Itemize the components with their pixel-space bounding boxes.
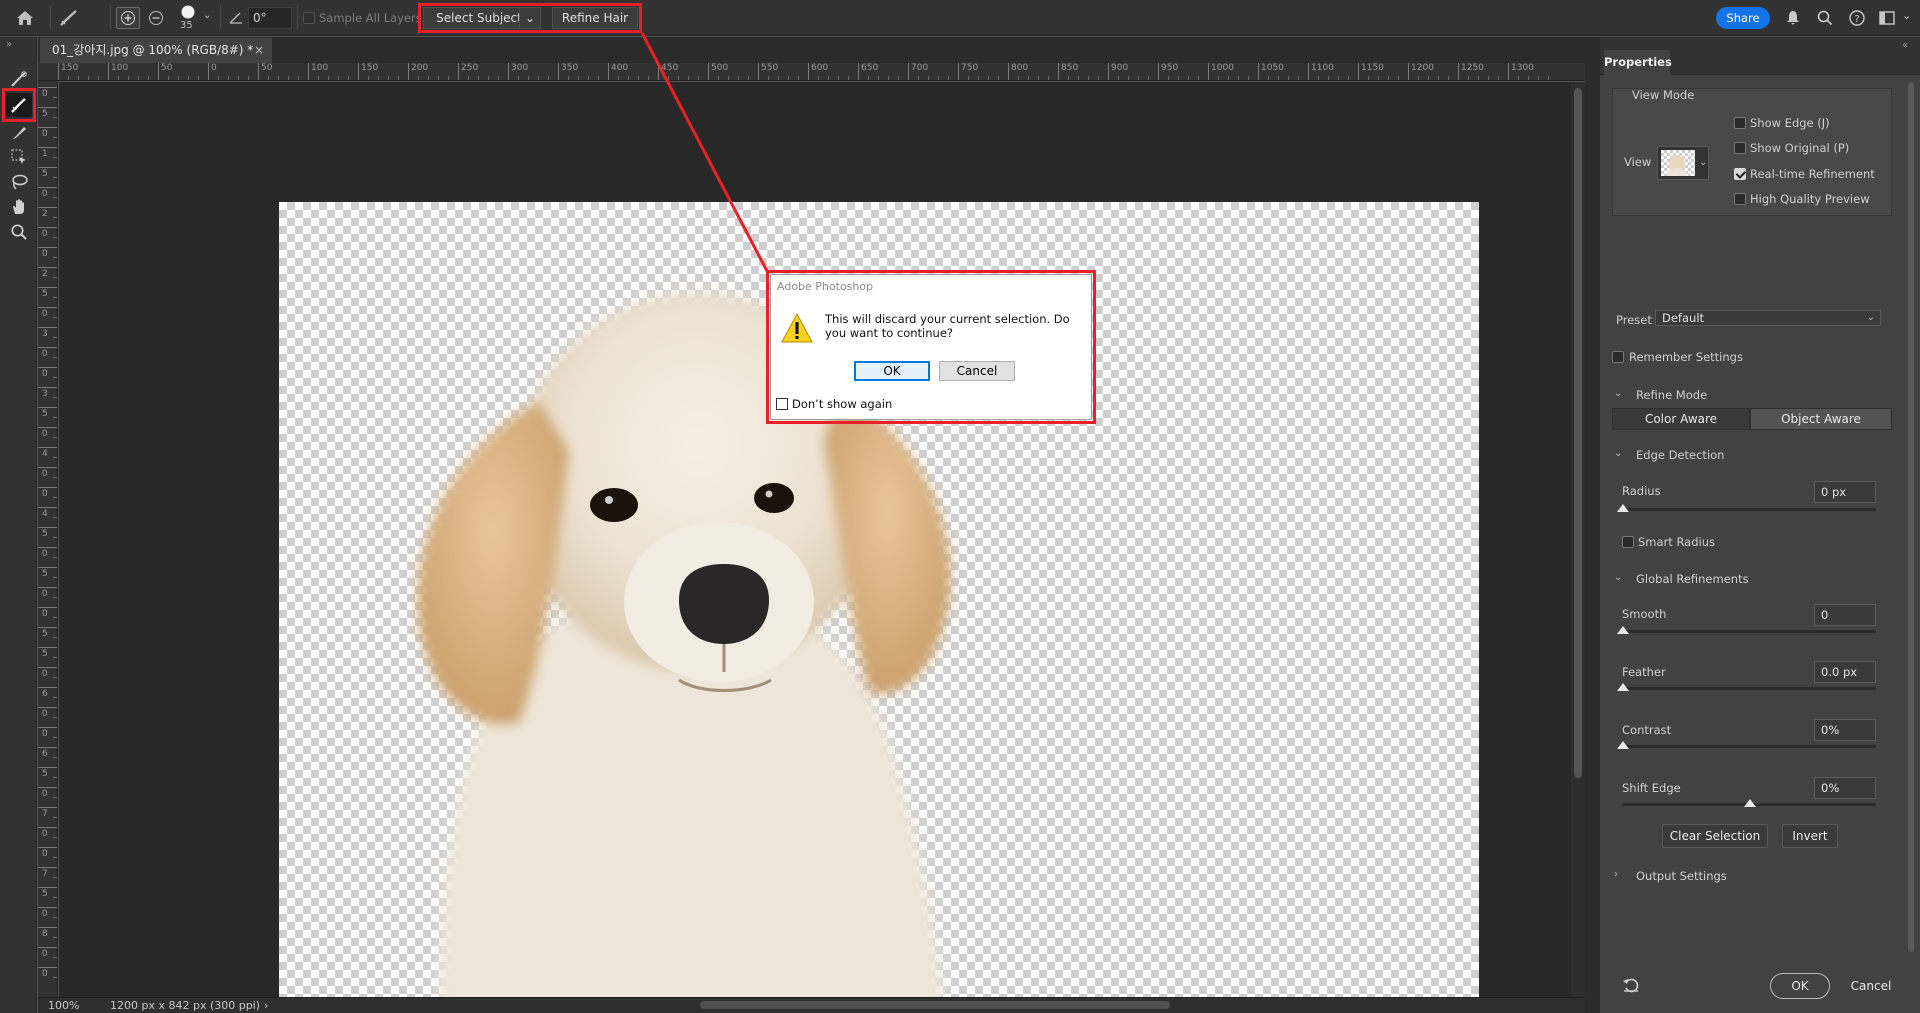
smart-radius-checkbox[interactable] [1622,536,1634,551]
view-thumbnail-dropdown[interactable]: ⌄ [1657,146,1709,180]
properties-scroll-thumb[interactable] [1908,82,1914,952]
collapse-panel-icon[interactable]: « [1902,40,1908,51]
feather-label: Feather [1622,665,1666,679]
show-original-checkbox[interactable] [1734,142,1746,157]
contrast-slider-handle[interactable] [1617,741,1629,749]
contrast-input[interactable]: 0% [1814,719,1876,741]
feather-input[interactable]: 0.0 px [1814,661,1876,683]
remember-settings-label: Remember Settings [1629,350,1743,364]
show-original-label: Show Original (P) [1750,141,1850,155]
contrast-slider[interactable] [1622,745,1876,748]
view-mode-label: View Mode [1632,88,1695,102]
realtime-refinement-label: Real-time Refinement [1750,167,1875,181]
panel-cancel-button[interactable]: Cancel [1840,973,1902,999]
global-refinements-chevron-down-icon[interactable]: ⌄ [1614,572,1622,583]
edge-detection-label: Edge Detection [1636,448,1725,462]
clear-selection-button[interactable]: Clear Selection [1662,824,1768,848]
preset-value: Default [1662,311,1705,325]
color-aware-button[interactable]: Color Aware [1612,408,1750,430]
radius-label: Radius [1622,484,1661,498]
properties-scrollbar[interactable] [1905,78,1917,998]
preset-chevron-down-icon[interactable]: ⌄ [1867,311,1875,325]
show-edge-label: Show Edge (J) [1750,116,1830,130]
smart-radius-label: Smart Radius [1638,535,1716,549]
remember-settings-checkbox[interactable] [1612,351,1624,366]
smooth-input[interactable]: 0 [1814,604,1876,626]
smooth-slider[interactable] [1622,630,1876,633]
reset-icon[interactable] [1622,977,1640,996]
view-preview-thumbnail [1661,150,1695,180]
shift-edge-input[interactable]: 0% [1814,777,1876,799]
dock-strip [1585,37,1600,1013]
smooth-slider-handle[interactable] [1617,626,1629,634]
shift-edge-slider-handle[interactable] [1744,799,1756,807]
preset-label: Preset [1616,313,1652,327]
contrast-label: Contrast [1622,723,1672,737]
properties-tab[interactable]: Properties [1604,50,1672,75]
smooth-label: Smooth [1622,607,1667,621]
output-settings-label: Output Settings [1636,869,1727,883]
feather-slider[interactable] [1622,687,1876,690]
high-quality-preview-label: High Quality Preview [1750,192,1870,206]
document-info: 1200 px x 842 px (300 ppi) [110,999,261,1012]
edge-detection-chevron-down-icon[interactable]: ⌄ [1614,448,1622,459]
radius-input[interactable]: 0 px [1814,481,1876,503]
object-aware-button[interactable]: Object Aware [1750,408,1892,430]
invert-button[interactable]: Invert [1782,824,1838,848]
view-chevron-down-icon[interactable]: ⌄ [1699,157,1707,168]
view-label: View [1624,155,1652,169]
shift-edge-label: Shift Edge [1622,781,1681,795]
panel-ok-button[interactable]: OK [1770,973,1830,999]
high-quality-preview-checkbox[interactable] [1734,193,1746,208]
refine-mode-chevron-down-icon[interactable]: ⌄ [1614,388,1622,399]
radius-slider[interactable] [1622,508,1876,511]
radius-slider-handle[interactable] [1617,504,1629,512]
zoom-level[interactable]: 100% [48,998,79,1013]
realtime-refinement-checkbox[interactable] [1734,168,1746,183]
horizontal-scrollbar[interactable] [280,1000,1580,1010]
horizontal-scroll-thumb[interactable] [700,1001,1170,1009]
global-refinements-label: Global Refinements [1636,572,1749,586]
preset-dropdown[interactable]: Default ⌄ [1655,310,1881,326]
output-settings-chevron-right-icon[interactable]: › [1614,869,1618,880]
show-edge-checkbox[interactable] [1734,117,1746,132]
status-menu-arrow-icon[interactable]: › [264,998,268,1013]
refine-mode-label: Refine Mode [1636,388,1708,402]
feather-slider-handle[interactable] [1617,683,1629,691]
